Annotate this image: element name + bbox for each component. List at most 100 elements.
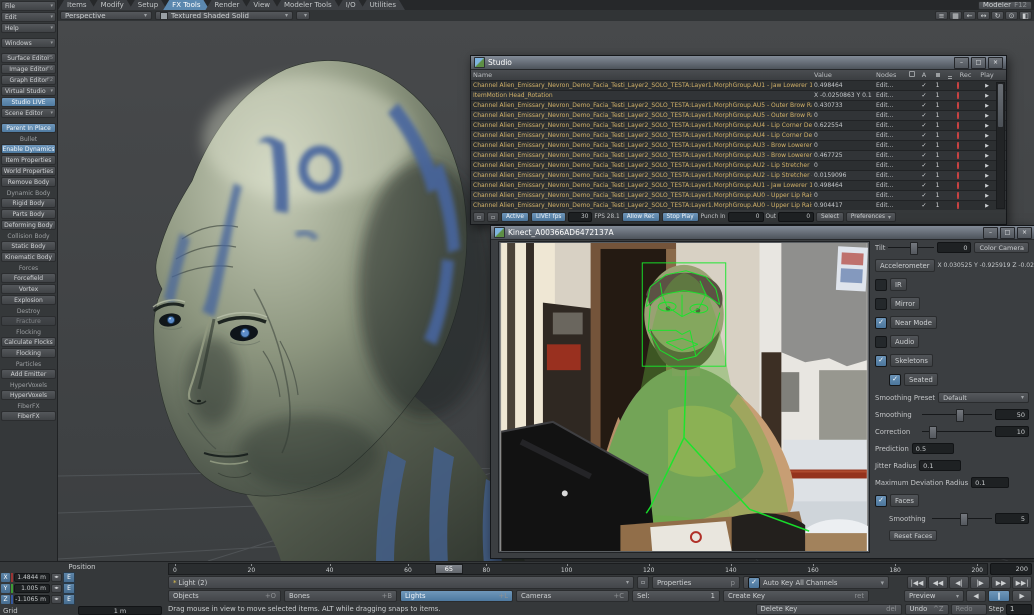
menu-icon[interactable]: ≡: [935, 11, 948, 20]
studio-channel-row[interactable]: ItemMotion Head_Rotation X -0.0250863 Y …: [471, 91, 1006, 101]
active-check[interactable]: ✓: [917, 162, 931, 169]
kinect-titlebar[interactable]: Kinect_A00366AD6472137A – □ ×: [491, 226, 1034, 240]
sidebar-item[interactable]: Parts Body: [1, 209, 56, 219]
sidebar-item[interactable]: [1, 49, 56, 52]
smoothing-preset-dropdown[interactable]: Default: [938, 392, 1029, 403]
active-check[interactable]: ✓: [917, 152, 931, 159]
item-list-button[interactable]: [637, 576, 649, 589]
view-mode-dropdown[interactable]: Perspective: [60, 11, 152, 20]
record-button[interactable]: [955, 142, 976, 149]
pause-button[interactable]: ‖: [988, 590, 1010, 602]
rotate-icon[interactable]: ↻: [991, 11, 1004, 20]
end-frame-field[interactable]: 200: [990, 563, 1032, 575]
record-button[interactable]: [955, 192, 976, 199]
faces-checkbox-icon[interactable]: [875, 495, 887, 507]
sidebar-item[interactable]: Parent In Place: [1, 123, 56, 133]
sidebar-item[interactable]: FiberFX: [1, 411, 56, 421]
item-type-button[interactable]: Objects +O: [168, 590, 281, 602]
studio-channel-row[interactable]: Channel Alien_Emissary_Nevron_Demo_Facia…: [471, 121, 1006, 131]
sidebar-item[interactable]: Graph Editor F2: [1, 75, 56, 85]
create-key-button[interactable]: Create Key ret: [723, 590, 869, 602]
sidebar-item[interactable]: Virtual Studio: [1, 86, 56, 96]
step-field[interactable]: 1: [1006, 604, 1032, 615]
studio-channel-row[interactable]: Channel Alien_Emissary_Nevron_Demo_Facia…: [471, 171, 1006, 181]
sidebar-item[interactable]: Surface Editor F5: [1, 53, 56, 63]
envelope-button[interactable]: E: [63, 572, 75, 583]
record-button[interactable]: [955, 152, 976, 159]
faces-smoothing-field[interactable]: 5: [995, 513, 1029, 524]
current-frame-thumb[interactable]: 65: [435, 564, 463, 574]
axis-value-field[interactable]: 1.4844 m: [14, 573, 50, 582]
sidebar-item[interactable]: [1, 34, 56, 37]
sidebar-item[interactable]: Scene Editor: [1, 108, 56, 118]
axis-value-field[interactable]: -1.1065 m: [14, 595, 50, 604]
axis-stepper[interactable]: ◂▸: [51, 584, 62, 593]
properties-button[interactable]: Properties p: [652, 576, 740, 589]
minimize-icon[interactable]: –: [983, 227, 998, 239]
play-reverse-button[interactable]: ◀: [966, 590, 986, 602]
pane-icon[interactable]: ◧: [1019, 11, 1032, 20]
minimize-icon[interactable]: –: [954, 57, 969, 69]
record-button[interactable]: [955, 82, 976, 89]
checkbox-icon[interactable]: [875, 336, 887, 348]
active-check[interactable]: ✓: [917, 82, 931, 89]
active-check[interactable]: ✓: [917, 92, 931, 99]
active-check[interactable]: ✓: [917, 112, 931, 119]
axis-stepper[interactable]: ◂▸: [51, 595, 62, 604]
sidebar-item[interactable]: Calculate Flocks: [1, 337, 56, 347]
current-item-dropdown[interactable]: * Light (2): [168, 576, 634, 589]
close-icon[interactable]: ×: [1017, 227, 1032, 239]
active-check[interactable]: ✓: [917, 132, 931, 139]
checkbox-label[interactable]: Mirror: [890, 297, 920, 310]
play-forward-button[interactable]: ▶: [1012, 590, 1032, 602]
sidebar-item[interactable]: Collision Body: [1, 233, 56, 240]
sidebar-item[interactable]: FiberFX: [1, 403, 56, 410]
active-check[interactable]: ✓: [917, 142, 931, 149]
sidebar-item[interactable]: HyperVoxels: [1, 390, 56, 400]
checkbox-icon[interactable]: [875, 355, 887, 367]
transport-button[interactable]: ◀◀: [928, 576, 948, 589]
sidebar-item[interactable]: File: [1, 1, 56, 11]
active-check[interactable]: ✓: [917, 192, 931, 199]
sidebar-item[interactable]: Studio LIVE: [1, 97, 56, 107]
play-button[interactable]: ▶: [976, 103, 998, 109]
sidebar-item[interactable]: Deforming Body: [1, 220, 56, 230]
transport-button[interactable]: |▶: [970, 576, 990, 589]
sidebar-item[interactable]: Dynamic Body: [1, 190, 56, 197]
tilt-field[interactable]: 0: [937, 242, 971, 253]
checkbox-label[interactable]: IR: [890, 278, 907, 291]
record-button[interactable]: [955, 122, 976, 129]
item-type-button[interactable]: Cameras +C: [516, 590, 629, 602]
sidebar-item[interactable]: Destroy: [1, 308, 56, 315]
menu-tab[interactable]: FX Tools: [163, 0, 209, 10]
maximize-icon[interactable]: □: [971, 57, 986, 69]
studio-channel-row[interactable]: Channel Alien_Emissary_Nevron_Demo_Facia…: [471, 191, 1006, 201]
record-button[interactable]: [955, 182, 976, 189]
studio-channel-row[interactable]: Channel Alien_Emissary_Nevron_Demo_Facia…: [471, 111, 1006, 121]
play-button[interactable]: ▶: [976, 193, 998, 199]
faces-smoothing-slider[interactable]: [932, 513, 992, 524]
record-button[interactable]: [955, 162, 976, 169]
sidebar-item[interactable]: Add Emitter: [1, 369, 56, 379]
record-button[interactable]: [955, 202, 976, 209]
menu-tab[interactable]: Render: [205, 0, 248, 10]
studio-channel-row[interactable]: Channel Alien_Emissary_Nevron_Demo_Facia…: [471, 81, 1006, 91]
checkbox-icon[interactable]: [889, 374, 901, 386]
transport-button[interactable]: |◀◀: [907, 576, 927, 589]
undo-button[interactable]: Undo ^Z: [905, 604, 949, 615]
play-button[interactable]: ▶: [976, 123, 998, 129]
studio-titlebar[interactable]: Studio – □ ×: [471, 56, 1006, 70]
allow-rec-button[interactable]: Allow Rec: [622, 212, 660, 222]
max-deviation-field[interactable]: 0.1: [971, 477, 1009, 488]
sidebar-item[interactable]: Forces: [1, 265, 56, 272]
record-button[interactable]: [955, 112, 976, 119]
sidebar-item[interactable]: Bullet: [1, 136, 56, 143]
sidebar-item[interactable]: Explosion: [1, 295, 56, 305]
menu-tab[interactable]: Setup: [129, 0, 167, 10]
smoothing-field[interactable]: 50: [995, 409, 1029, 420]
studio-scrollbar[interactable]: [996, 82, 1005, 209]
checkbox-label[interactable]: Near Mode: [890, 316, 937, 329]
record-button[interactable]: [955, 102, 976, 109]
sidebar-item[interactable]: Item Properties: [1, 155, 56, 165]
item-type-button[interactable]: Bones +B: [284, 590, 397, 602]
